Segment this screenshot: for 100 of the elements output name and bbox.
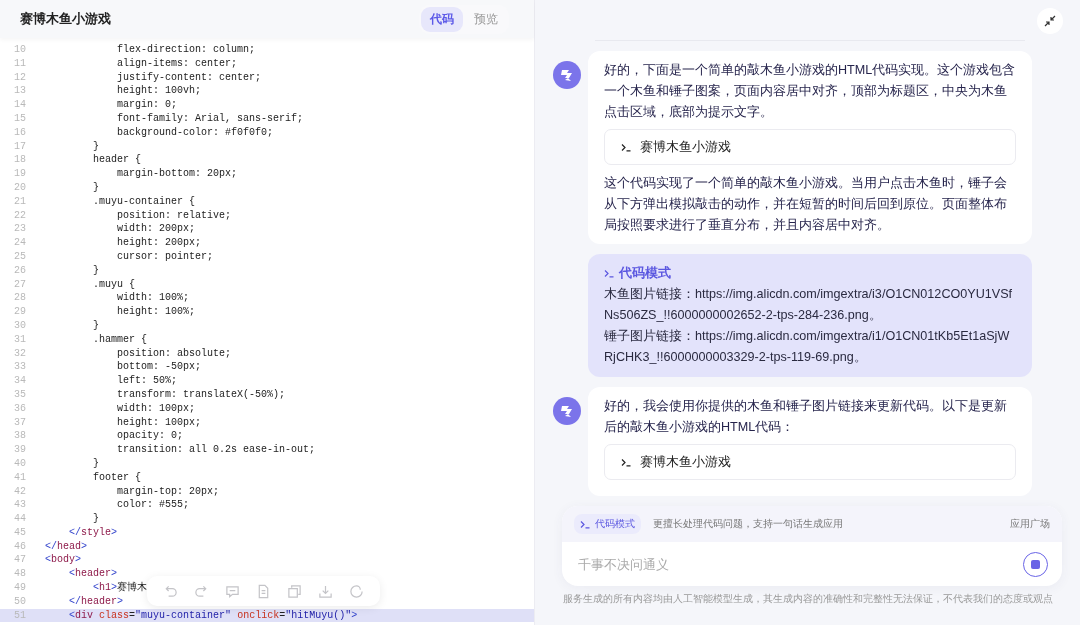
code-text: header { [92, 153, 141, 168]
code-text: margin-top: 20px; [116, 484, 220, 499]
terminal-icon [621, 142, 632, 152]
code-card-title: 赛博木鱼小游戏 [640, 138, 731, 156]
code-text: cursor: pointer; [116, 249, 214, 264]
mode-chip[interactable]: 代码模式 [574, 514, 641, 534]
editor-title: 赛博木鱼小游戏 [20, 10, 111, 28]
code-text: } [92, 318, 99, 333]
line-number: 31 [13, 332, 26, 347]
line-number: 20 [13, 180, 26, 195]
message-text: 这个代码实现了一个简单的敲木鱼小游戏。当用户点击木鱼时，锤子会从下方弹出模拟敲击的动作，并在短暂的时间后回到原位。页面整体布局按照要求进行了垂直分布，并且内容居中对齐。 [604, 175, 1008, 234]
collapse-button[interactable] [1037, 8, 1063, 34]
redo-icon[interactable] [194, 583, 209, 599]
undo-icon[interactable] [163, 583, 178, 599]
line-number: 42 [13, 484, 26, 499]
code-text: } [92, 512, 99, 526]
message-text: 木鱼图片链接：https://img.alicdn.com/imgextra/i3/O1CN012CO0YU1VSfNs506ZS_!!6000000002652-2-tps-284-236.png。 [604, 286, 1014, 324]
code-text: <h1>赛博木 [92, 581, 148, 595]
line-number: 21 [13, 194, 26, 209]
line-number: 16 [13, 125, 26, 140]
line-number: 37 [13, 415, 26, 430]
line-number: 44 [13, 512, 26, 526]
code-text: font-family: Arial, sans-serif; [116, 112, 304, 126]
message-input[interactable]: 千事不决问通义 [576, 555, 1023, 573]
code-text: height: 100vh; [116, 84, 202, 99]
code-text: height: 200px; [116, 236, 202, 250]
line-number: 34 [13, 374, 26, 388]
code-text: height: 100%; [116, 305, 196, 319]
assistant-avatar-icon [553, 61, 581, 89]
code-text: opacity: 0; [116, 429, 184, 444]
code-text: color: #555; [116, 498, 190, 513]
line-number: 46 [13, 539, 26, 554]
line-number: 15 [13, 112, 26, 126]
terminal-icon [621, 457, 632, 467]
code-text: background-color: #f0f0f0; [116, 125, 274, 140]
code-text: width: 100px; [116, 401, 196, 416]
copy-icon[interactable] [287, 583, 302, 599]
document-icon[interactable] [256, 583, 271, 599]
assistant-avatar-icon [553, 397, 581, 425]
code-text: } [92, 456, 99, 471]
mode-label: 代码模式 [604, 263, 671, 284]
code-text: position: relative; [116, 208, 232, 223]
line-number: 28 [13, 291, 26, 306]
line-number: 49 [13, 581, 26, 595]
line-number: 10 [13, 43, 26, 57]
collapse-icon [1044, 15, 1056, 27]
line-number: 11 [13, 56, 26, 71]
line-number: 25 [13, 249, 26, 264]
line-number: 29 [13, 305, 26, 319]
code-text: <body> [45, 553, 82, 568]
code-text: justify-content: center; [116, 70, 262, 85]
editor-tab[interactable]: 代码 [421, 6, 463, 32]
line-number: 24 [13, 236, 26, 250]
app-plaza-link[interactable]: 应用广场 [1010, 517, 1050, 531]
code-text: } [92, 139, 99, 154]
code-text: } [92, 263, 99, 278]
line-number: 41 [13, 470, 26, 485]
comment-icon[interactable] [225, 583, 240, 599]
line-number: 51 [13, 608, 26, 623]
line-number: 35 [13, 387, 26, 402]
line-number: 50 [13, 594, 26, 609]
line-number: 43 [13, 498, 26, 513]
line-number: 36 [13, 401, 26, 416]
code-text: flex-direction: column; [116, 43, 256, 57]
line-number: 19 [13, 167, 26, 181]
stop-button[interactable] [1023, 551, 1048, 577]
line-number: 12 [13, 70, 26, 85]
code-text: bottom: -50px; [116, 360, 202, 375]
line-number: 33 [13, 360, 26, 375]
line-number: 30 [13, 318, 26, 333]
line-number: 40 [13, 456, 26, 471]
line-number: 14 [13, 98, 26, 112]
mode-hint: 更擅长处理代码问题，支持一句话生成应用 [653, 517, 844, 531]
line-number: 26 [13, 263, 26, 278]
line-number: 17 [13, 139, 26, 154]
code-text: } [92, 180, 99, 195]
editor-tab[interactable]: 预览 [465, 6, 507, 32]
code-text: transform: translateX(-50%); [116, 387, 286, 402]
message-text: 好的，下面是一个简单的敲木鱼小游戏的HTML代码实现。这个游戏包含一个木鱼和锤子图案，页面内容居中对齐，顶部为标题区，中央为木鱼点击区域，底部为提示文字。 [604, 62, 1016, 121]
message-text: 锤子图片链接：https://img.alicdn.com/imgextra/i1/O1CN01tKb5Et1aSjWRjCHK3_!!6000000003329-2-tps-119-69.png。 [604, 328, 1011, 366]
code-text: </header> [68, 594, 124, 609]
line-number: 47 [13, 553, 26, 568]
line-number: 27 [13, 277, 26, 292]
line-number: 13 [13, 84, 26, 99]
refresh-icon[interactable] [349, 583, 364, 599]
terminal-icon [580, 519, 591, 529]
code-card[interactable]: 赛博木鱼小游戏 [604, 444, 1016, 480]
message-text: 好的，我会使用你提供的木鱼和锤子图片链接来更新代码。以下是更新后的敲木鱼小游戏的HTML代码： [604, 398, 1008, 436]
code-text: </style> [68, 525, 118, 540]
line-number: 23 [13, 222, 26, 237]
line-number: 48 [13, 567, 26, 582]
code-card[interactable]: 赛博木鱼小游戏 [604, 129, 1016, 165]
code-text: width: 100%; [116, 291, 190, 306]
code-text: footer { [92, 470, 141, 485]
code-text: width: 200px; [116, 222, 196, 237]
line-number: 18 [13, 153, 26, 168]
stop-icon [1031, 559, 1040, 569]
code-text: margin-bottom: 20px; [116, 167, 238, 181]
download-icon[interactable] [318, 583, 333, 599]
line-number: 38 [13, 429, 26, 444]
